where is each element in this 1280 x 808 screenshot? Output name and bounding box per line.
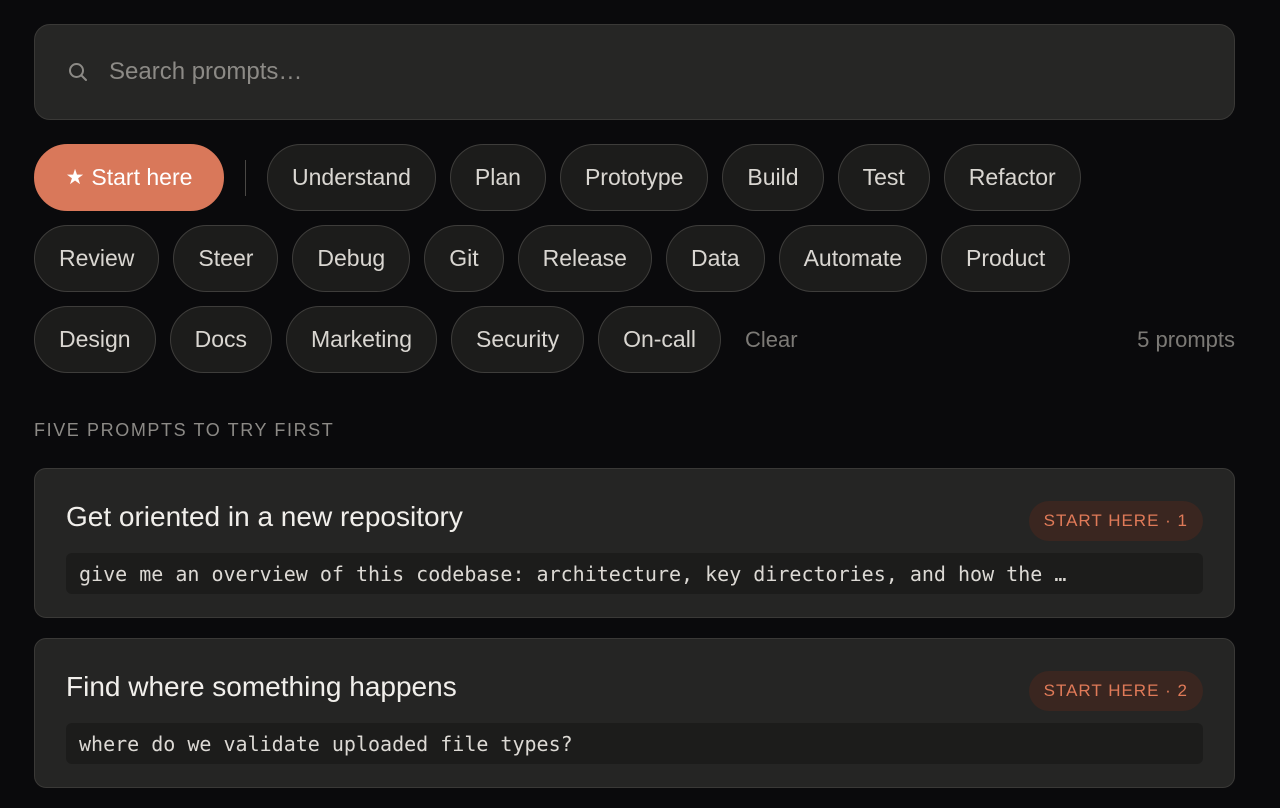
clear-filters-button[interactable]: Clear [745, 327, 798, 353]
chip-test[interactable]: Test [837, 144, 930, 211]
chip-debug[interactable]: Debug [292, 225, 411, 292]
chip-security[interactable]: Security [451, 306, 585, 373]
chip-plan[interactable]: Plan [449, 144, 546, 211]
chip-divider [245, 159, 246, 196]
chip-review[interactable]: Review [34, 225, 160, 292]
chip-build[interactable]: Build [722, 144, 824, 211]
section-heading: FIVE PROMPTS TO TRY FIRST [34, 420, 335, 440]
chip-label: Start here [91, 164, 193, 190]
prompt-text[interactable]: where do we validate uploaded file types… [66, 723, 1203, 764]
prompt-card-title: Get oriented in a new repository [66, 501, 463, 532]
chip-automate[interactable]: Automate [778, 225, 928, 292]
prompt-count: 5 prompts [1137, 326, 1235, 352]
prompt-text[interactable]: give me an overview of this codebase: ar… [66, 553, 1203, 594]
chip-design[interactable]: Design [34, 306, 156, 373]
chip-steer[interactable]: Steer [173, 225, 279, 292]
filter-chips: ★ Start here Understand Plan Prototype B… [34, 144, 1235, 374]
star-icon: ★ [65, 166, 85, 189]
chip-product[interactable]: Product [941, 225, 1071, 292]
prompt-card[interactable]: Get oriented in a new repository START H… [34, 468, 1235, 618]
start-here-badge: START HERE · 1 [1028, 501, 1203, 541]
chip-start-here[interactable]: ★ Start here [34, 144, 224, 211]
chip-understand[interactable]: Understand [267, 144, 436, 211]
chip-git[interactable]: Git [424, 225, 504, 292]
search-bar[interactable] [34, 24, 1235, 120]
prompt-card-title: Find where something happens [66, 671, 457, 702]
start-here-badge: START HERE · 2 [1028, 671, 1203, 711]
chip-on-call[interactable]: On-call [598, 306, 721, 373]
search-icon [67, 60, 91, 84]
chip-data[interactable]: Data [665, 225, 765, 292]
chip-prototype[interactable]: Prototype [559, 144, 709, 211]
chip-release[interactable]: Release [517, 225, 652, 292]
prompt-card[interactable]: Find where something happens START HERE … [34, 638, 1235, 788]
chip-refactor[interactable]: Refactor [943, 144, 1081, 211]
chip-marketing[interactable]: Marketing [286, 306, 437, 373]
search-input[interactable] [109, 58, 1109, 86]
chip-docs[interactable]: Docs [169, 306, 273, 373]
